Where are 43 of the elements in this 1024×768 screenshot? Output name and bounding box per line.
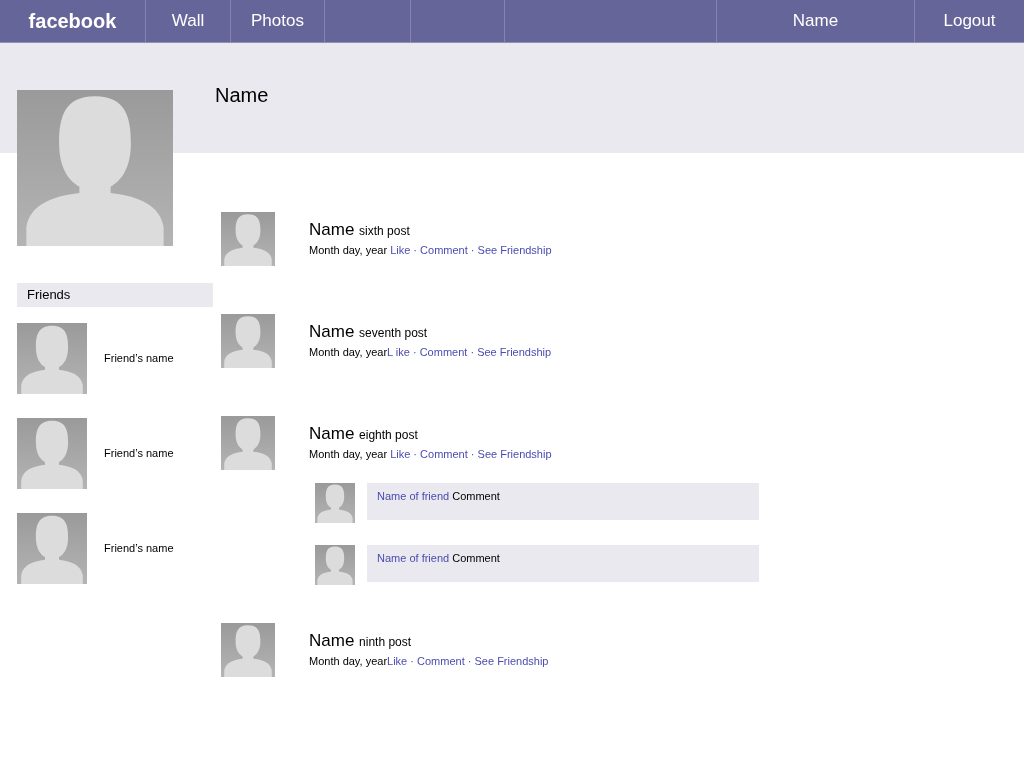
- facebook-logo[interactable]: facebook: [0, 0, 146, 42]
- nav-link[interactable]: Wall: [146, 0, 231, 42]
- avatar-placeholder: [315, 483, 355, 523]
- avatar-placeholder: [221, 212, 275, 266]
- avatar-placeholder: [221, 623, 275, 677]
- post-action-link[interactable]: Comment: [420, 244, 468, 257]
- post-action-link[interactable]: See Friendship: [477, 244, 552, 257]
- avatar-placeholder: [17, 513, 87, 584]
- post-title: Name ninth post: [309, 630, 413, 652]
- post-action-link[interactable]: See Friendship: [477, 346, 552, 359]
- post-meta: Month day, year Like · Comment · See Friendship: [309, 447, 552, 463]
- post-action-link[interactable]: Like: [390, 244, 411, 257]
- comment-box: Name of friend Comment: [367, 545, 759, 582]
- avatar-placeholder: [315, 545, 355, 585]
- post-action-link[interactable]: See Friendship: [474, 655, 549, 668]
- friend-name[interactable]: Friend’s name: [104, 350, 174, 367]
- comment-author-link[interactable]: Name of friend: [377, 490, 450, 502]
- post-action-link[interactable]: Comment: [417, 655, 465, 668]
- post-action-link[interactable]: Comment: [420, 448, 468, 461]
- post-action-link[interactable]: Like: [387, 655, 408, 668]
- post-title: Name seventh post: [309, 321, 429, 343]
- nav-link[interactable]: Logout: [915, 0, 1024, 42]
- friend-name[interactable]: Friend’s name: [104, 445, 174, 462]
- post-action-link[interactable]: Like: [390, 448, 411, 461]
- profile-name: Name: [215, 83, 270, 108]
- avatar-placeholder: [221, 416, 275, 470]
- post-meta: Month day, yearL ike · Comment · See Friendship: [309, 345, 552, 361]
- post-meta: Month day, yearLike · Comment · See Friendship: [309, 654, 549, 670]
- post-action-link[interactable]: L ike: [387, 346, 410, 359]
- nav-link[interactable]: Name: [717, 0, 915, 42]
- comment-author-link[interactable]: Name of friend: [377, 552, 450, 564]
- post-action-link[interactable]: See Friendship: [477, 448, 552, 461]
- avatar-placeholder: [17, 323, 87, 394]
- nav-link[interactable]: Photos: [231, 0, 325, 42]
- post-title: Name eighth post: [309, 423, 419, 445]
- avatar-placeholder: [221, 314, 275, 368]
- friends-header: Friends: [17, 283, 213, 307]
- friend-name[interactable]: Friend’s name: [104, 540, 174, 557]
- comment-box: Name of friend Comment: [367, 483, 759, 520]
- post-title: Name sixth post: [309, 219, 411, 241]
- avatar-placeholder: [17, 418, 87, 489]
- post-action-link[interactable]: Comment: [419, 346, 468, 359]
- post-meta: Month day, year Like · Comment · See Friendship: [309, 243, 552, 259]
